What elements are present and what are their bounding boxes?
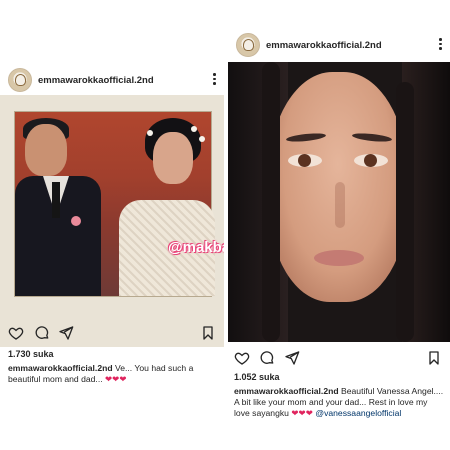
caption-username[interactable]: emmawarokkaofficial.2nd <box>234 386 339 396</box>
left-post-actions <box>0 325 224 345</box>
vintage-wedding-photo <box>14 111 215 297</box>
comment-icon[interactable] <box>259 350 275 366</box>
bookmark-icon[interactable] <box>426 350 442 366</box>
left-post: emmawarokkaofficial.2nd @makbacot <box>0 55 224 395</box>
right-post-likes[interactable]: 1.052 suka <box>234 372 280 382</box>
left-post-photo[interactable]: @makbacot <box>0 95 224 347</box>
left-post-caption: emmawarokkaofficial.2nd Ve... You had su… <box>8 363 218 385</box>
left-post-header: emmawarokkaofficial.2nd <box>0 63 224 97</box>
share-icon[interactable] <box>284 350 300 366</box>
right-post-header: emmawarokkaofficial.2nd <box>228 28 450 62</box>
comment-icon[interactable] <box>34 325 50 341</box>
caption-username[interactable]: emmawarokkaofficial.2nd <box>8 363 113 373</box>
bookmark-icon[interactable] <box>200 325 216 341</box>
caption-mention[interactable]: @vanessaangelofficial <box>315 408 401 418</box>
caption-hearts: ❤❤❤ <box>291 408 313 418</box>
caption-hearts: ❤❤❤ <box>104 374 127 384</box>
right-post-actions <box>228 350 450 370</box>
selfie-face <box>268 72 408 302</box>
left-post-username[interactable]: emmawarokkaofficial.2nd <box>38 75 154 86</box>
watermark-text: @makbacot <box>168 239 224 256</box>
more-options-icon[interactable] <box>213 73 216 85</box>
avatar[interactable] <box>236 33 260 57</box>
right-post-caption: emmawarokkaofficial.2nd Beautiful Vaness… <box>234 386 444 419</box>
right-post-photo[interactable] <box>228 62 450 342</box>
share-icon[interactable] <box>58 325 74 341</box>
right-post-username[interactable]: emmawarokkaofficial.2nd <box>266 40 382 51</box>
more-options-icon[interactable] <box>439 38 442 50</box>
heart-icon[interactable] <box>8 325 24 341</box>
left-post-likes[interactable]: 1.730 suka <box>8 349 54 359</box>
avatar[interactable] <box>8 68 32 92</box>
heart-icon[interactable] <box>234 350 250 366</box>
right-post: emmawarokkaofficial.2nd 1.052 suka emmaw… <box>228 30 450 430</box>
